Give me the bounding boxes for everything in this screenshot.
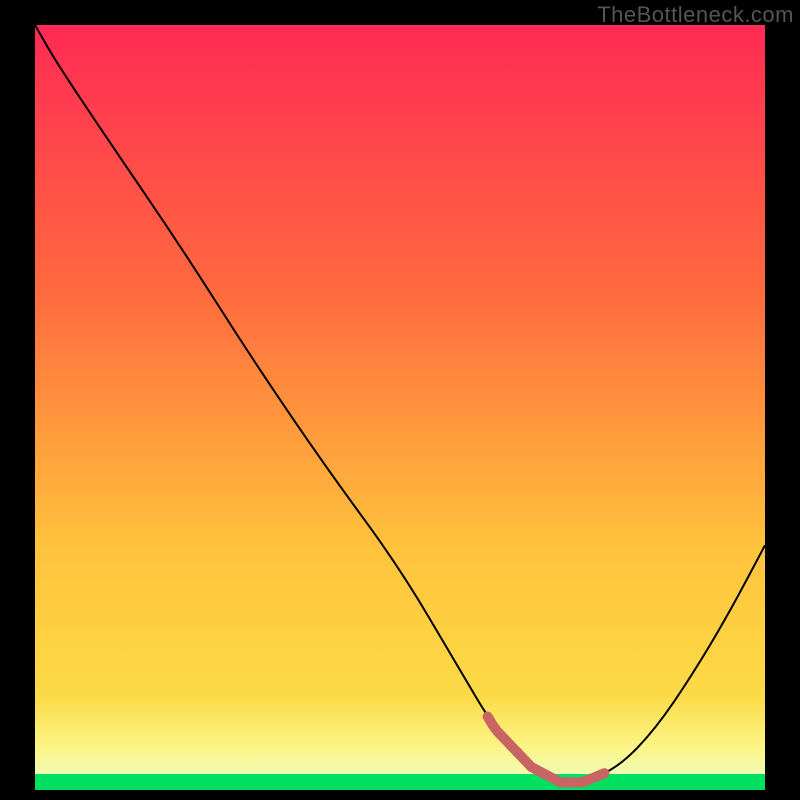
bottleneck-curve <box>35 25 765 790</box>
plot-area <box>35 25 765 790</box>
watermark-text: TheBottleneck.com <box>597 2 794 28</box>
chart-canvas: TheBottleneck.com <box>0 0 800 800</box>
